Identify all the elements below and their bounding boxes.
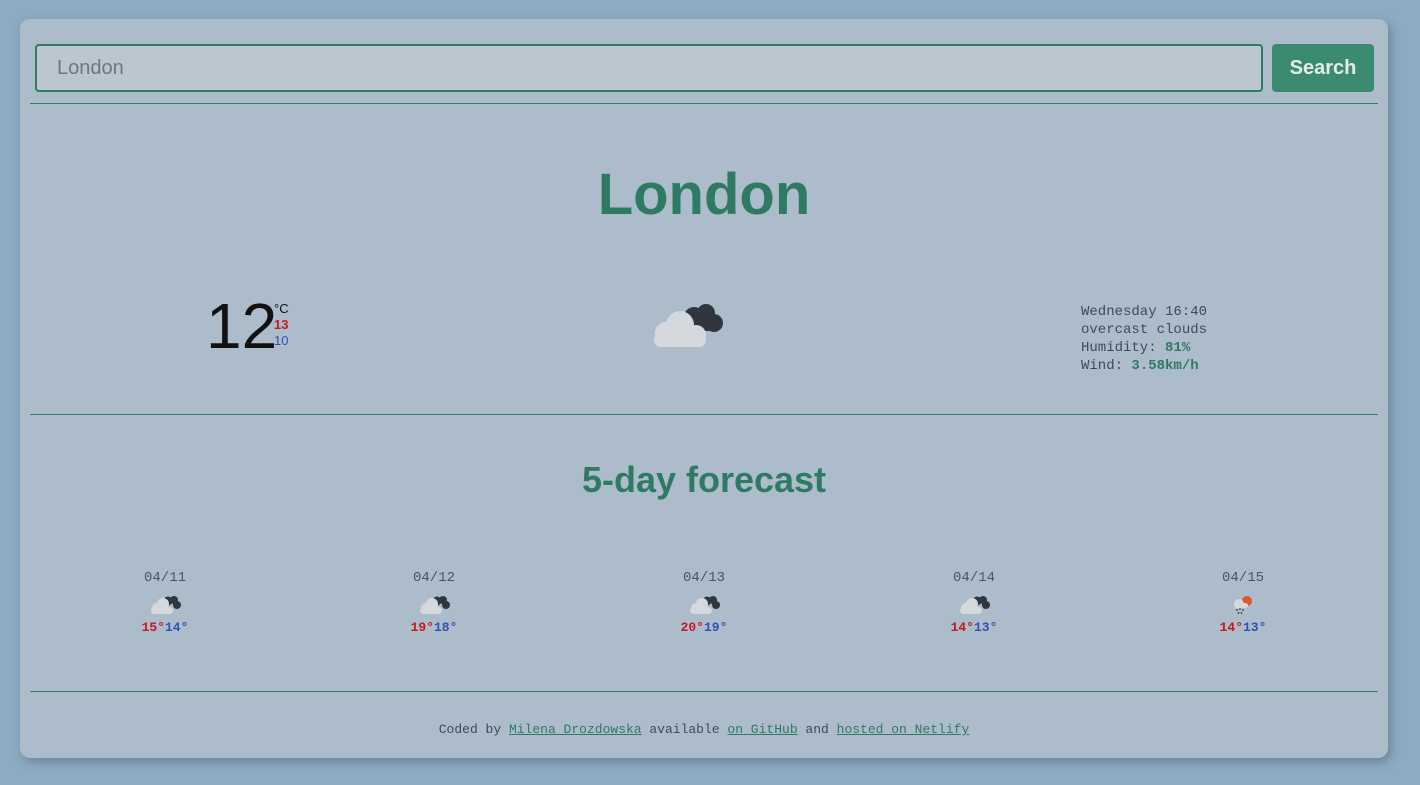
wind-label: Wind: [1081, 358, 1132, 374]
temperature-unit: °C [274, 301, 289, 316]
footer-prefix: Coded by [438, 722, 509, 737]
temperature-high: 13 [274, 317, 289, 332]
forecast-high: 19° [410, 620, 434, 635]
forecast-day: 04/14 14°13° [924, 570, 1024, 635]
forecast-low: 13° [1243, 620, 1267, 635]
weather-description: overcast clouds [1081, 322, 1208, 338]
overcast-clouds-icon [960, 596, 990, 614]
forecast-title: 5-day forecast [581, 459, 827, 500]
search-form: Search [35, 44, 1374, 92]
author-link[interactable]: Milena Drozdowska [509, 722, 642, 737]
temperature-low: 10 [274, 333, 289, 348]
middle-divider [30, 414, 1378, 415]
snow-sun-icon [1234, 596, 1252, 614]
temperature-side: °C 13 10 [274, 301, 289, 349]
forecast-day: 04/15 14°13° [1193, 570, 1293, 635]
city-search-input[interactable] [35, 44, 1263, 92]
weather-details: Wednesday 16:40 overcast clouds Humidity… [1081, 303, 1207, 375]
forecast-date: 04/15 [1221, 570, 1264, 586]
forecast-temps: 15°14° [115, 620, 215, 635]
forecast-date: 04/11 [143, 570, 186, 586]
overcast-clouds-icon [151, 596, 181, 614]
forecast-high: 15° [141, 620, 165, 635]
footer-middle: available [641, 722, 728, 737]
forecast-high: 20° [680, 620, 704, 635]
forecast-temps: 14°13° [1193, 620, 1293, 635]
forecast-temps: 20°19° [654, 620, 754, 635]
forecast-high: 14° [950, 620, 974, 635]
forecast-temps: 14°13° [924, 620, 1024, 635]
forecast-date: 04/14 [952, 570, 995, 586]
temperature-value: 12 [206, 290, 278, 362]
wind-row: Wind: 3.58km/h [1081, 357, 1207, 375]
forecast-low: 13° [974, 620, 998, 635]
bottom-divider [30, 691, 1378, 692]
forecast-day: 04/11 15°14° [115, 570, 215, 635]
humidity-row: Humidity: 81% [1081, 339, 1207, 357]
footer: Coded by Milena Drozdowska available on … [20, 722, 1388, 737]
forecast-low: 19° [704, 620, 728, 635]
weather-card: Search London 12 °C 13 10 Wednesday 16:4… [20, 19, 1388, 758]
forecast-temps: 19°18° [384, 620, 484, 635]
forecast-low: 14° [165, 620, 189, 635]
footer-and: and [797, 722, 837, 737]
day-time: Wednesday 16:40 [1081, 304, 1208, 320]
humidity-value: 81% [1165, 340, 1191, 356]
overcast-clouds-icon [654, 304, 723, 347]
city-name: London [597, 162, 811, 227]
overcast-clouds-icon [690, 596, 720, 614]
top-divider [30, 103, 1378, 104]
humidity-label: Humidity: [1081, 340, 1166, 356]
forecast-date: 04/13 [682, 570, 725, 586]
search-button[interactable]: Search [1272, 44, 1374, 92]
forecast-high: 14° [1219, 620, 1243, 635]
forecast-day: 04/13 20°19° [654, 570, 754, 635]
forecast-low: 18° [434, 620, 458, 635]
github-link[interactable]: on GitHub [727, 722, 797, 737]
forecast-day: 04/12 19°18° [384, 570, 484, 635]
netlify-link[interactable]: hosted on Netlify [837, 722, 970, 737]
forecast-date: 04/12 [412, 570, 455, 586]
overcast-clouds-icon [420, 596, 450, 614]
current-temperature: 12 °C 13 10 [206, 290, 289, 362]
wind-value: 3.58km/h [1131, 358, 1199, 374]
